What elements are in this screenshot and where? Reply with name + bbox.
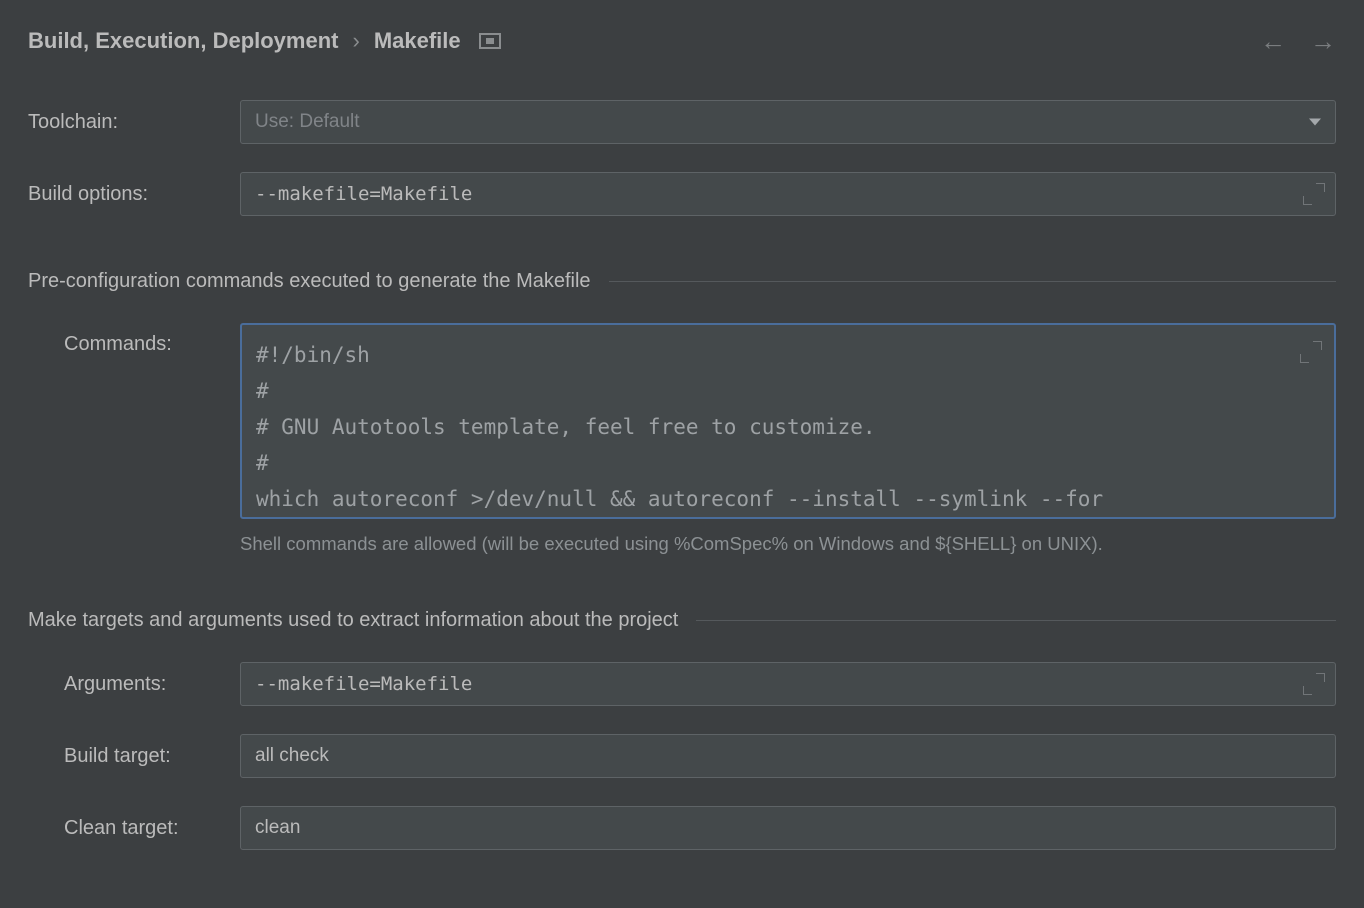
- breadcrumb: Build, Execution, Deployment › Makefile: [28, 28, 501, 54]
- commands-label: Commands:: [28, 323, 240, 356]
- row-arguments: Arguments: --makefile=Makefile: [28, 662, 1336, 706]
- clean-target-input[interactable]: clean: [240, 806, 1336, 850]
- expand-icon[interactable]: [1305, 185, 1323, 203]
- project-scope-icon: [479, 33, 501, 49]
- divider: [696, 620, 1336, 621]
- section-targets: Make targets and arguments used to extra…: [28, 609, 1336, 850]
- divider: [609, 281, 1336, 282]
- caret-down-icon: [1309, 119, 1321, 126]
- chevron-right-icon: ›: [352, 28, 359, 54]
- forward-arrow-icon[interactable]: →: [1310, 28, 1336, 54]
- section-preconfig: Pre-configuration commands executed to g…: [28, 270, 1336, 555]
- commands-textarea[interactable]: #!/bin/sh # # GNU Autotools template, fe…: [240, 323, 1336, 519]
- arguments-input[interactable]: --makefile=Makefile: [240, 662, 1336, 706]
- row-clean-target: Clean target: clean: [28, 806, 1336, 850]
- row-build-options: Build options: --makefile=Makefile: [28, 172, 1336, 216]
- expand-icon[interactable]: [1305, 675, 1323, 693]
- expand-icon[interactable]: [1302, 343, 1320, 361]
- toolchain-select[interactable]: Use: Default: [240, 100, 1336, 144]
- build-target-input[interactable]: all check: [240, 734, 1336, 778]
- nav-arrows: ← →: [1260, 28, 1336, 54]
- row-build-target: Build target: all check: [28, 734, 1336, 778]
- breadcrumb-current: Makefile: [374, 28, 461, 54]
- commands-value: #!/bin/sh # # GNU Autotools template, fe…: [256, 343, 1103, 511]
- arguments-label: Arguments:: [28, 673, 240, 696]
- build-target-value: all check: [255, 745, 329, 767]
- clean-target-label: Clean target:: [28, 817, 240, 840]
- build-options-label: Build options:: [28, 183, 240, 206]
- build-target-label: Build target:: [28, 745, 240, 768]
- settings-header: Build, Execution, Deployment › Makefile …: [28, 28, 1336, 54]
- arguments-value: --makefile=Makefile: [255, 673, 472, 695]
- targets-section-title: Make targets and arguments used to extra…: [28, 609, 678, 632]
- clean-target-value: clean: [255, 817, 300, 839]
- commands-helper-text: Shell commands are allowed (will be exec…: [240, 533, 1336, 555]
- breadcrumb-parent[interactable]: Build, Execution, Deployment: [28, 28, 338, 54]
- build-options-input[interactable]: --makefile=Makefile: [240, 172, 1336, 216]
- row-commands: Commands: #!/bin/sh # # GNU Autotools te…: [28, 323, 1336, 555]
- build-options-value: --makefile=Makefile: [255, 183, 472, 205]
- preconfig-section-title: Pre-configuration commands executed to g…: [28, 270, 591, 293]
- toolchain-label: Toolchain:: [28, 111, 240, 134]
- toolchain-value: Use: Default: [255, 111, 360, 133]
- back-arrow-icon[interactable]: ←: [1260, 28, 1286, 54]
- row-toolchain: Toolchain: Use: Default: [28, 100, 1336, 144]
